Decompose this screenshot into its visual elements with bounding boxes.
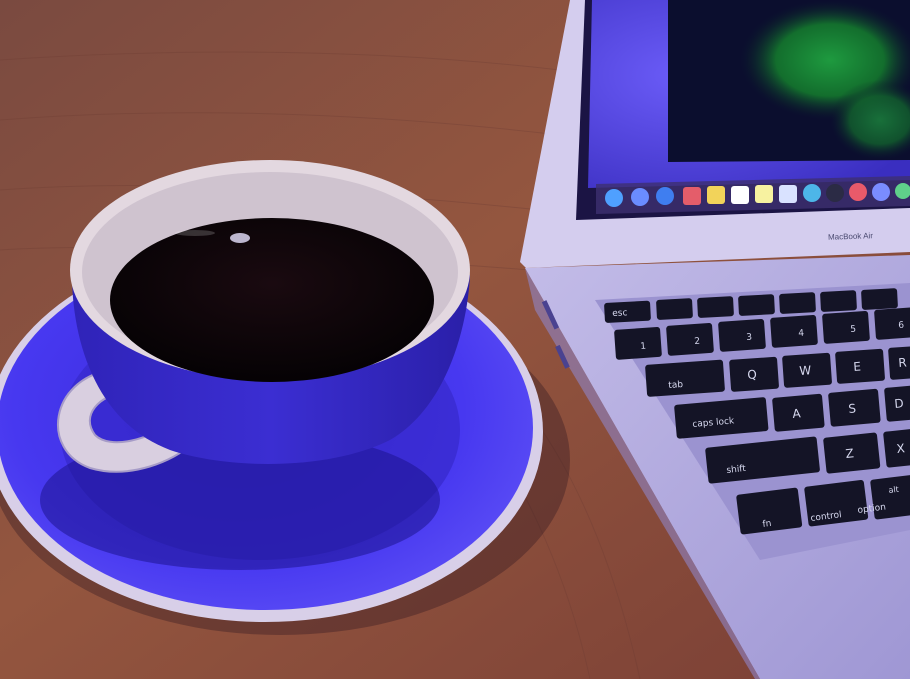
messages-icon bbox=[803, 184, 821, 202]
key-w-label: W bbox=[798, 363, 812, 378]
key-x-label: X bbox=[895, 441, 906, 456]
key-shift-label: shift bbox=[726, 463, 747, 476]
key-fn-label: fn bbox=[762, 518, 773, 530]
key-a-label: A bbox=[791, 406, 802, 421]
key-3-label: 3 bbox=[746, 332, 753, 343]
key-tab-label: tab bbox=[668, 379, 684, 391]
settings-icon bbox=[872, 183, 890, 201]
key-d-label: D bbox=[893, 396, 905, 411]
finder-icon bbox=[605, 189, 623, 207]
stickies-icon bbox=[755, 185, 773, 203]
key-s-label: S bbox=[847, 401, 857, 416]
photos-icon bbox=[779, 185, 797, 203]
key-2-label: 2 bbox=[694, 336, 701, 347]
laptop-brand-label: MacBook Air bbox=[827, 231, 874, 242]
key-esc-label: esc bbox=[612, 308, 628, 319]
itunes-icon bbox=[826, 184, 844, 202]
store-icon bbox=[849, 183, 867, 201]
coffee bbox=[110, 218, 434, 382]
key-4-label: 4 bbox=[798, 328, 805, 339]
reminders-icon bbox=[731, 186, 749, 204]
key-r-label: R bbox=[897, 355, 908, 370]
key-5-label: 5 bbox=[850, 324, 857, 335]
notes-icon bbox=[707, 186, 725, 204]
key-z-label: Z bbox=[844, 446, 855, 461]
safari-icon bbox=[656, 187, 674, 205]
key-q-label: Q bbox=[746, 367, 758, 382]
key-6-label: 6 bbox=[898, 320, 905, 331]
photo-scene bbox=[0, 0, 910, 679]
calendar-icon bbox=[683, 187, 701, 205]
key-e-label: E bbox=[852, 359, 862, 374]
key-alt-label: alt bbox=[888, 484, 900, 495]
launchpad-icon bbox=[631, 188, 649, 206]
key-1-label: 1 bbox=[640, 341, 647, 352]
